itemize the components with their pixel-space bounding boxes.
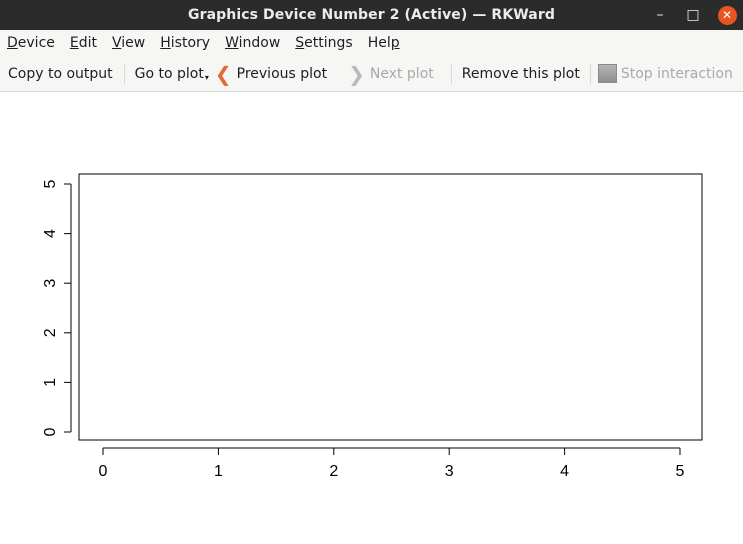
menu-edit[interactable]: Edit [70, 35, 97, 51]
next-plot-label: Next plot [369, 65, 434, 82]
plot-box [78, 173, 703, 441]
x-tick-label: 3 [445, 463, 454, 480]
previous-plot-label: Previous plot [236, 65, 328, 82]
x-tick-label: 4 [560, 463, 569, 480]
chevron-left-icon: ❮ [214, 61, 232, 86]
toolbar-separator [123, 63, 125, 84]
maximize-icon[interactable]: □ [678, 0, 708, 30]
y-tick-label: 5 [42, 179, 59, 188]
menu-window[interactable]: Window [225, 35, 280, 51]
x-tick-label: 1 [214, 463, 223, 480]
plot-toolbar: Copy to output Go to plot ▾ ❮ Previous p… [0, 56, 743, 92]
x-tick-label: 2 [329, 463, 338, 480]
stop-interaction-label: Stop interaction [620, 65, 733, 82]
close-icon: ✕ [717, 5, 737, 25]
y-tick-label: 4 [42, 229, 59, 238]
menu-device[interactable]: Device [7, 35, 55, 51]
menu-view[interactable]: View [112, 35, 145, 51]
next-plot-button[interactable]: ❯ Next plot [348, 56, 434, 92]
copy-to-output-button[interactable]: Copy to output [8, 56, 113, 92]
close-button[interactable]: ✕ [712, 0, 742, 30]
chevron-right-icon: ❯ [348, 61, 365, 86]
go-to-plot-button[interactable]: Go to plot ▾ [135, 56, 209, 92]
window-title: Graphics Device Number 2 (Active) — RKWa… [188, 7, 555, 23]
plot-canvas: 0 1 2 3 4 5 0 1 2 3 4 5 [42, 173, 703, 480]
remove-this-plot-button[interactable]: Remove this plot [462, 56, 580, 92]
y-tick-label: 1 [42, 378, 59, 387]
go-to-plot-label: Go to plot [134, 65, 204, 82]
toolbar-separator [450, 63, 452, 84]
toolbar-separator [589, 63, 591, 84]
stop-interaction-button[interactable]: Stop interaction [597, 56, 733, 92]
previous-plot-button[interactable]: ❮ Previous plot [215, 56, 327, 92]
y-tick-label: 0 [42, 427, 59, 436]
copy-to-output-label: Copy to output [8, 65, 113, 82]
menu-history[interactable]: History [160, 35, 210, 51]
y-tick-label: 2 [42, 328, 59, 337]
menu-help[interactable]: Help [368, 35, 400, 51]
minimize-icon[interactable]: – [645, 0, 675, 30]
remove-this-plot-label: Remove this plot [461, 65, 580, 82]
dropdown-arrow-icon: ▾ [204, 73, 209, 82]
stop-icon [597, 64, 617, 83]
x-tick-label: 0 [99, 463, 108, 480]
menu-bar: Device Edit View History Window Settings… [0, 30, 743, 56]
menu-settings[interactable]: Settings [295, 35, 352, 51]
plot-area: 0 1 2 3 4 5 0 1 2 3 4 5 [0, 92, 743, 540]
x-tick-label: 5 [676, 463, 685, 480]
y-tick-label: 3 [42, 279, 59, 288]
title-bar: Graphics Device Number 2 (Active) — RKWa… [0, 0, 743, 30]
